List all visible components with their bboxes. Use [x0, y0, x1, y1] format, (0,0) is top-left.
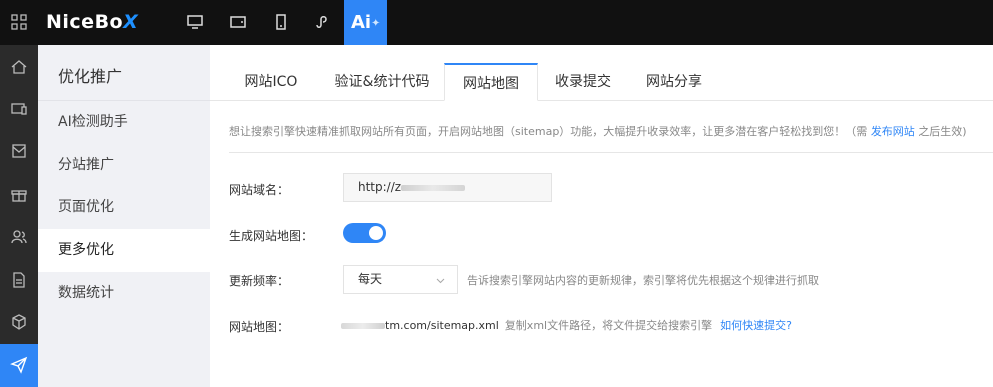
tab-submit-index[interactable]: 收录提交	[544, 63, 622, 101]
sitemap-copy-note: 复制xml文件路径，将文件提交给搜索引擎	[504, 319, 713, 332]
sitemap-url[interactable]: tm.com/sitemap.xml	[385, 319, 499, 332]
frequency-label: 更新频率：	[229, 274, 290, 288]
domain-redacted	[401, 184, 466, 191]
box-icon[interactable]	[10, 313, 28, 331]
submenu-title: 优化推广	[58, 67, 123, 86]
chevron-down-icon	[436, 278, 445, 284]
submenu-item-statistics[interactable]: 数据统计	[38, 272, 210, 315]
sparkle-icon: ✦	[371, 16, 381, 30]
frequency-value: 每天	[358, 272, 383, 286]
toggle-knob	[369, 226, 383, 240]
ai-label: Ai	[351, 12, 372, 33]
gift-icon[interactable]	[10, 185, 28, 203]
top-bar: NiceBoX Ai✦	[0, 0, 993, 45]
submenu-item-substation[interactable]: 分站推广	[38, 144, 210, 187]
logo-text: NiceBo	[46, 11, 124, 33]
submenu-item-more-optimize[interactable]: 更多优化	[38, 229, 210, 272]
ai-button[interactable]: Ai✦	[344, 0, 387, 45]
sitemap-hint: 想让搜索引擎快速精准抓取网站所有页面，开启网站地图（sitemap）功能，大幅提…	[229, 123, 967, 139]
grid-icon[interactable]	[11, 14, 27, 30]
logo[interactable]: NiceBoX	[46, 11, 138, 33]
sitemap-redacted	[341, 323, 385, 329]
tab-bar: 网站ICO 验证&统计代码 网站地图 收录提交 网站分享	[210, 63, 993, 101]
tablet-landscape-icon[interactable]	[230, 14, 246, 30]
logo-x: X	[123, 11, 139, 33]
tab-verify-code[interactable]: 验证&统计代码	[322, 63, 442, 101]
submenu-item-page-optimize[interactable]: 页面优化	[38, 186, 210, 229]
generate-sitemap-toggle[interactable]	[343, 223, 386, 243]
tab-sitemap[interactable]: 网站地图	[444, 63, 538, 101]
mail-icon[interactable]	[10, 142, 28, 160]
submenu-item-ai-check[interactable]: AI检测助手	[38, 101, 210, 144]
tab-site-share[interactable]: 网站分享	[634, 63, 714, 101]
domain-label: 网站域名：	[229, 183, 290, 197]
document-icon[interactable]	[10, 271, 28, 289]
publish-site-link[interactable]: 发布网站	[871, 125, 915, 138]
sitemap-label: 网站地图：	[229, 320, 290, 334]
how-to-submit-link[interactable]: 如何快速提交?	[720, 319, 792, 332]
users-icon[interactable]	[10, 228, 28, 246]
divider	[229, 152, 993, 153]
desktop-icon[interactable]	[187, 14, 203, 30]
home-icon[interactable]	[10, 58, 28, 76]
hint-text: 想让搜索引擎快速精准抓取网站所有页面，开启网站地图（sitemap）功能，大幅提…	[229, 125, 868, 138]
hint-suffix: 之后生效)	[918, 125, 967, 138]
rail-active-item[interactable]	[0, 344, 38, 387]
icon-rail	[0, 45, 38, 387]
send-icon	[10, 356, 28, 374]
tab-site-ico[interactable]: 网站ICO	[230, 63, 312, 101]
frequency-select[interactable]: 每天	[343, 265, 458, 294]
mobile-icon[interactable]	[273, 14, 289, 30]
generate-sitemap-label: 生成网站地图：	[229, 229, 314, 243]
submenu-panel: 优化推广 AI检测助手 分站推广 页面优化 更多优化 数据统计	[38, 45, 210, 387]
miniprogram-icon[interactable]	[314, 14, 330, 30]
device-icon[interactable]	[10, 100, 28, 118]
domain-field[interactable]: http://z	[343, 173, 552, 202]
frequency-note: 告诉搜索引擎网站内容的更新规律，索引擎将优先根据这个规律进行抓取	[467, 274, 819, 287]
sitemap-url-row: tm.com/sitemap.xml 复制xml文件路径，将文件提交给搜索引擎 如何…	[341, 317, 792, 333]
domain-value: http://z	[358, 180, 402, 194]
